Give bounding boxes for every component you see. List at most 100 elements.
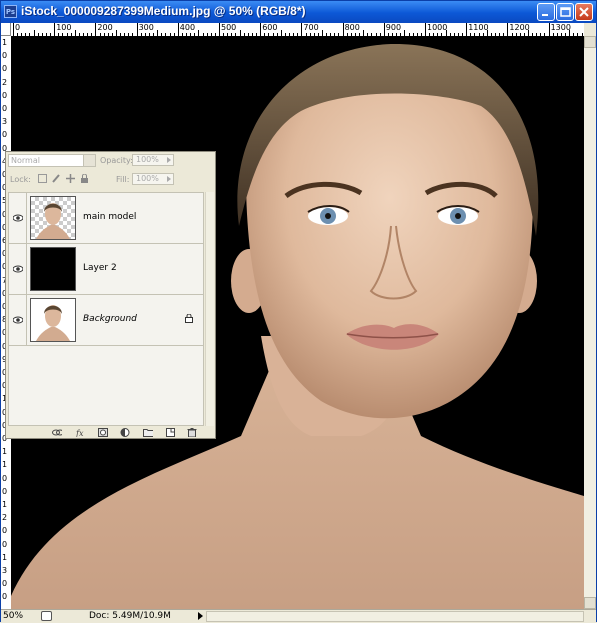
maximize-button[interactable] <box>556 3 574 21</box>
adjustment-icon[interactable] <box>120 428 130 437</box>
ruler-tick <box>219 23 220 36</box>
ruler-tick-label: 1 <box>2 552 8 562</box>
ruler-tick-label: 900 <box>385 23 402 32</box>
photoshop-app-icon[interactable]: Ps <box>4 5 17 18</box>
scroll-down-button[interactable] <box>584 597 596 609</box>
ruler-tick-label: 0 <box>2 592 8 602</box>
arrow-right-icon <box>167 176 171 182</box>
ruler-origin[interactable] <box>1 23 11 36</box>
close-icon <box>579 7 589 17</box>
layer-row-main-model[interactable]: main model <box>9 193 203 244</box>
eye-icon <box>13 265 23 273</box>
horizontal-ruler[interactable]: 0 100 200 300 400 500 600 700 800 900 1000 1100 1200… <box>11 23 584 37</box>
document-window: Ps iStock_000009287399Medium.jpg @ 50% (… <box>0 0 597 623</box>
ruler-tick-label: 600 <box>262 23 278 32</box>
layer-row-layer-2[interactable]: Layer 2 <box>9 244 203 295</box>
status-info-icon[interactable] <box>41 611 52 621</box>
blend-mode-select[interactable]: Normal <box>8 154 96 167</box>
folder-icon[interactable] <box>143 428 153 437</box>
ruler-tick-label: 3 <box>2 566 8 575</box>
status-bar: 50% Doc: 5.49M/10.9M <box>1 609 596 623</box>
ruler-tick-label: 1200 <box>509 23 530 32</box>
layer-name: Layer 2 <box>83 263 117 273</box>
status-menu-arrow-icon[interactable] <box>198 612 203 620</box>
layer-name: Background <box>83 314 137 324</box>
title-bar[interactable]: Ps iStock_000009287399Medium.jpg @ 50% (… <box>1 1 596 23</box>
ruler-tick <box>548 23 550 36</box>
horizontal-scrollbar[interactable] <box>206 611 584 622</box>
ruler-tick <box>260 23 262 36</box>
ruler-tick-label: 0 <box>2 51 8 61</box>
ruler-tick-label: 0 <box>15 23 21 32</box>
fill-value: 100% <box>136 174 159 183</box>
ruler-tick-label: 300 <box>138 23 154 32</box>
layer-thumbnail <box>30 196 76 240</box>
visibility-toggle[interactable] <box>9 244 27 294</box>
fill-field[interactable]: 100% <box>132 173 174 185</box>
mask-icon[interactable] <box>98 428 108 437</box>
ruler-tick-label: 0 <box>2 486 8 496</box>
vertical-scrollbar[interactable] <box>584 36 596 609</box>
opacity-field[interactable]: 100% <box>132 154 174 166</box>
scroll-up-button[interactable] <box>584 36 596 48</box>
ruler-tick-label: 800 <box>344 23 360 32</box>
window-title: iStock_000009287399Medium.jpg @ 50% (RGB… <box>21 4 306 18</box>
ruler-tick-label: 3 <box>2 117 8 127</box>
ruler-tick-label: 1 <box>2 460 8 470</box>
blend-row: Normal Opacity: 100% <box>6 152 215 170</box>
ruler-tick <box>301 23 303 36</box>
layer-thumbnail <box>30 298 76 342</box>
ruler-tick-label: 0 <box>2 473 8 483</box>
ruler-tick <box>507 23 509 36</box>
blend-mode-value: Normal <box>11 156 40 165</box>
ruler-tick-label: 1 <box>2 38 8 47</box>
layers-scrollbar[interactable] <box>205 192 214 426</box>
ruler-tick-label: 1000 <box>427 23 448 32</box>
fx-icon[interactable]: fx <box>76 428 86 437</box>
layers-list: main model Layer 2 Background <box>8 192 204 426</box>
fill-label: Fill: <box>116 175 130 184</box>
svg-text:fx: fx <box>76 429 84 437</box>
lock-brush-icon[interactable] <box>52 174 61 183</box>
ruler-tick <box>54 23 56 36</box>
lock-transparency-icon[interactable] <box>38 174 47 183</box>
close-button[interactable] <box>575 3 593 21</box>
minimize-button[interactable] <box>537 3 555 21</box>
ruler-tick <box>425 23 426 36</box>
maximize-icon <box>560 7 571 17</box>
lock-all-icon[interactable] <box>80 174 89 183</box>
visibility-toggle[interactable] <box>9 295 27 345</box>
document-size: Doc: 5.49M/10.9M <box>89 611 171 621</box>
ruler-tick <box>383 23 385 36</box>
trash-icon[interactable] <box>187 428 197 437</box>
layer-row-background[interactable]: Background <box>9 295 203 346</box>
ruler-tick <box>95 23 97 36</box>
ruler-tick-label: 0 <box>2 579 8 589</box>
face-thumbnail-icon <box>36 203 70 239</box>
ruler-tick-label: 0 <box>2 64 8 74</box>
layers-panel: Normal Opacity: 100% Lock: Fill: 100% ma… <box>5 151 216 439</box>
ruler-tick-label: 700 <box>303 23 319 32</box>
layer-name: main model <box>83 212 137 222</box>
ruler-tick-label: 2 <box>2 77 8 87</box>
link-icon[interactable] <box>52 428 62 437</box>
ruler-tick-label: 0 <box>2 130 8 140</box>
new-layer-icon[interactable] <box>166 428 176 437</box>
face-thumbnail-icon <box>36 305 70 341</box>
ruler-tick-label: 400 <box>179 23 196 32</box>
lock-icon <box>185 314 193 323</box>
arrow-right-icon <box>167 157 171 163</box>
lock-move-icon[interactable] <box>66 174 75 183</box>
zoom-level[interactable]: 50% <box>3 611 23 621</box>
layer-thumbnail <box>30 247 76 291</box>
visibility-toggle[interactable] <box>9 193 27 243</box>
ruler-tick <box>13 23 14 36</box>
ruler-tick-label: 1 <box>2 447 8 457</box>
ruler-tick-label: 1 <box>2 500 8 509</box>
lock-label: Lock: <box>10 175 31 184</box>
ruler-tick-label: 1100 <box>468 23 489 32</box>
ruler-tick-label: 500 <box>221 23 237 32</box>
opacity-label: Opacity: <box>100 156 133 165</box>
ruler-tick-label: 100 <box>56 23 72 32</box>
ruler-tick-label: 0 <box>2 104 8 113</box>
